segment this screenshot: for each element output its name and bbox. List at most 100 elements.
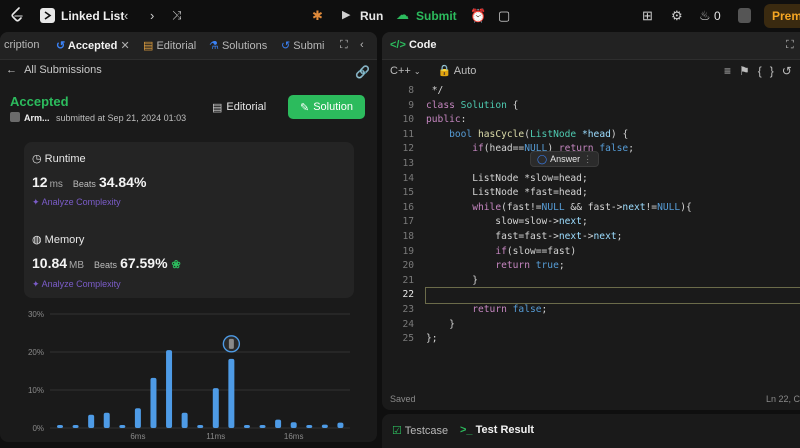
format-icon[interactable]: ≡ — [724, 64, 739, 78]
code-line[interactable]: class Solution { — [426, 99, 800, 114]
chart-bar[interactable] — [337, 422, 344, 428]
code-line[interactable]: public: — [426, 113, 800, 128]
tab-submissions[interactable]: ↺ Submi — [281, 39, 324, 52]
alarm-icon[interactable]: ⏰ — [470, 8, 486, 23]
code-line[interactable]: return true; — [426, 259, 800, 274]
code-line[interactable] — [426, 157, 800, 172]
code-line[interactable]: ListNode *slow=head; — [426, 172, 800, 187]
back-to-submissions[interactable]: ← All Submissions — [6, 64, 102, 76]
mode-label: Auto — [453, 65, 477, 77]
chart-bar[interactable] — [228, 358, 235, 428]
memory-beats-label: Beats — [94, 260, 118, 270]
bookmark-icon[interactable]: ⚑ — [739, 64, 758, 78]
maximize-editor-icon[interactable]: ⛶ — [786, 39, 794, 52]
tab-solutions[interactable]: ⚗ Solutions — [209, 39, 267, 52]
code-line[interactable]: bool hasCycle(ListNode *head) { — [426, 128, 800, 143]
line-number: 24 — [402, 318, 414, 330]
runtime-analyze-complexity[interactable]: ✦ Analyze Complexity — [32, 197, 121, 208]
more-options-icon[interactable]: ⋮ — [583, 154, 592, 165]
layout-icon[interactable]: ⊞ — [642, 8, 653, 23]
tab-editorial[interactable]: ▤ Editorial — [143, 39, 196, 52]
editor-tab-bar: </> Code ⛶ — [382, 32, 800, 60]
notes-icon[interactable]: ▢ — [498, 8, 510, 23]
code-line[interactable]: }; — [426, 332, 800, 347]
language-select[interactable]: C++ ⌄ — [390, 65, 421, 77]
prev-problem-icon[interactable]: ‹ — [124, 8, 128, 23]
problem-list-title[interactable]: Linked List — [61, 9, 124, 23]
braces-icon[interactable]: {} — [758, 64, 782, 78]
share-link-icon[interactable]: 🔗 — [355, 65, 370, 79]
submit-button[interactable]: ☁ Submit — [396, 6, 458, 26]
chart-bar[interactable] — [134, 408, 141, 428]
reset-icon[interactable]: ↺ — [782, 64, 800, 78]
submit-label: Submit — [416, 9, 457, 23]
next-problem-icon[interactable]: › — [150, 8, 154, 23]
code-line[interactable]: while(fast!=NULL && fast->next!=NULL){ — [426, 201, 800, 216]
user-avatar[interactable] — [738, 8, 751, 23]
chart-bar[interactable] — [306, 424, 313, 428]
code-area[interactable]: 8 9 10 11 12 13 14 15 16 17 18 19 20 21 22 23 24 25 */ cl… — [382, 84, 800, 380]
shuffle-icon[interactable]: ⤨ — [172, 8, 182, 23]
chart-bar[interactable] — [212, 388, 219, 428]
memory-title-label: Memory — [44, 234, 85, 246]
chart-bar[interactable] — [119, 424, 126, 428]
code-line[interactable]: return false; — [426, 303, 800, 318]
streak-fire-icon[interactable]: ♨ — [699, 8, 711, 23]
solution-button[interactable]: ✎ Solution — [288, 95, 365, 119]
chart-bar[interactable] — [166, 350, 173, 428]
chart-bar[interactable] — [275, 419, 282, 428]
code-line-current[interactable] — [425, 287, 800, 304]
author-name[interactable]: Arm... — [24, 113, 50, 123]
code-line[interactable]: } — [426, 318, 800, 333]
tab-code[interactable]: </> Code — [390, 39, 436, 51]
code-line[interactable]: fast=fast->next->next; — [426, 230, 800, 245]
settings-icon[interactable]: ⚙ — [671, 8, 683, 23]
chart-bar[interactable] — [57, 424, 63, 428]
close-tab-icon[interactable]: ✕ — [120, 40, 129, 52]
line-number: 16 — [402, 201, 414, 213]
chart-bar[interactable] — [197, 424, 204, 428]
line-number: 10 — [402, 114, 414, 126]
chart-bar[interactable] — [321, 424, 328, 428]
chart-bar[interactable] — [243, 424, 250, 428]
auto-mode[interactable]: 🔒 Auto — [438, 65, 477, 77]
problem-list-icon[interactable] — [40, 8, 55, 23]
collapse-icon[interactable]: ‹ — [360, 39, 364, 51]
tab-accepted[interactable]: ↺ Accepted ✕ — [56, 39, 130, 52]
run-button[interactable]: ▶ Run — [342, 6, 383, 26]
code-line[interactable]: if(head==NULL) return false; — [426, 142, 800, 157]
line-number: 20 — [402, 260, 414, 272]
tab-test-result[interactable]: >_ Test Result — [460, 424, 534, 436]
chart-bar[interactable] — [259, 424, 266, 428]
answer-button[interactable]: ◯ Answer ⋮ — [530, 151, 600, 167]
chart-bar[interactable] — [72, 424, 79, 428]
memory-analyze-label: Analyze Complexity — [41, 279, 121, 289]
code-line[interactable]: if(slow==fast) — [426, 245, 800, 260]
memory-analyze-complexity[interactable]: ✦ Analyze Complexity — [32, 279, 121, 290]
leetcode-logo-icon[interactable] — [10, 7, 24, 23]
chart-bar[interactable] — [290, 422, 297, 428]
tab-description[interactable]: cription — [4, 39, 39, 51]
code-line[interactable]: */ — [426, 84, 800, 99]
answer-label: Answer — [550, 154, 581, 164]
flask-icon: ⚗ — [209, 40, 219, 52]
console-panel: ☑ Testcase >_ Test Result — [382, 414, 800, 448]
code-line[interactable]: } — [426, 274, 800, 289]
runtime-unit: ms — [49, 179, 63, 190]
line-number: 15 — [402, 187, 414, 199]
code-line[interactable]: slow=slow->next; — [426, 215, 800, 230]
maximize-icon[interactable]: ⛶ — [340, 39, 348, 52]
editorial-button[interactable]: ▤ Editorial — [212, 96, 276, 118]
chart-bar[interactable] — [88, 414, 95, 428]
debug-icon[interactable]: ✱ — [312, 8, 323, 23]
premium-button[interactable]: Premi — [764, 4, 800, 28]
code-line[interactable]: ListNode *fast=head; — [426, 186, 800, 201]
top-bar: Linked List ‹ › ⤨ ✱ ▶ Run ☁ Submit ⏰ ▢ ⊞… — [0, 0, 800, 32]
answer-icon: ◯ — [537, 153, 548, 164]
chart-bar[interactable] — [103, 412, 110, 428]
tab-testcase[interactable]: ☑ Testcase — [392, 424, 448, 437]
line-number: 19 — [402, 245, 414, 257]
code-lines[interactable]: */ class Solution { public: bool hasCycl… — [425, 84, 800, 347]
chart-bar[interactable] — [150, 377, 157, 428]
chart-bar[interactable] — [181, 412, 188, 428]
